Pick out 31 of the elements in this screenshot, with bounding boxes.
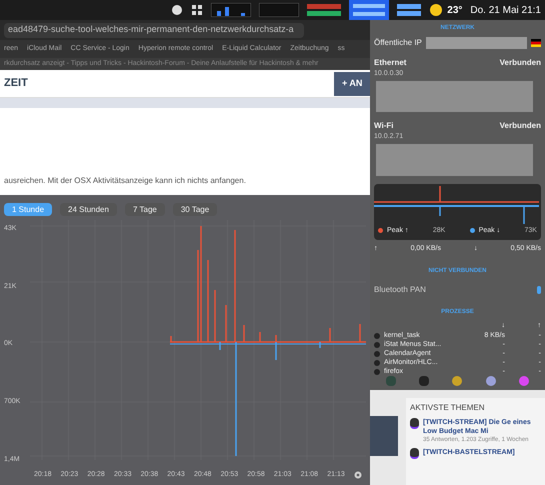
interface-name: Bluetooth PAN: [374, 284, 426, 296]
grid-icon[interactable]: [191, 4, 204, 16]
connection-status: Verbunden: [500, 57, 541, 69]
section-title: AKTIVSTE THEMEN: [410, 402, 486, 414]
page-heading: ZEIT: [4, 76, 28, 92]
settings-icon[interactable]: [354, 471, 362, 479]
time-range-tab[interactable]: 30 Tage: [172, 203, 218, 216]
url-field[interactable]: ead48479-suche-tool-welches-mir-permanent-den-netzwerkdurchsatz-a: [4, 22, 304, 38]
temperature[interactable]: 23°: [447, 2, 462, 18]
memory-meter-icon[interactable]: [259, 3, 300, 17]
status-indicator: [537, 286, 541, 294]
interface-name: Wi-Fi: [374, 120, 394, 132]
avatar-icon: [410, 418, 419, 429]
avatar-icon: [410, 448, 419, 459]
field-label: Öffentliche IP: [374, 37, 422, 49]
post-text: ausreichen. Mit der OSX Aktivitätsanzeige kann ich nichts anfangen.: [4, 175, 246, 187]
cpu-meter-icon[interactable]: [211, 3, 252, 17]
add-button[interactable]: + AN: [334, 72, 370, 96]
sun-icon[interactable]: [429, 3, 444, 17]
interface-name: Ethernet: [374, 57, 406, 69]
time-range-tab[interactable]: 7 Tage: [124, 203, 165, 216]
coin-icon[interactable]: [452, 376, 462, 386]
sensor-meter-icon[interactable]: [397, 3, 422, 17]
flag-icon: [531, 39, 541, 47]
time-range-tab[interactable]: 24 Stunden: [60, 203, 117, 216]
menu-bar-clock[interactable]: Do. 21 Mai 21:1: [470, 2, 541, 18]
disk-activity-icon[interactable]: [307, 3, 342, 17]
network-meter-icon[interactable]: [349, 0, 390, 20]
sidebar-block: [370, 416, 398, 456]
monitor-icon[interactable]: [419, 376, 430, 386]
connection-status: Verbunden: [500, 120, 541, 132]
